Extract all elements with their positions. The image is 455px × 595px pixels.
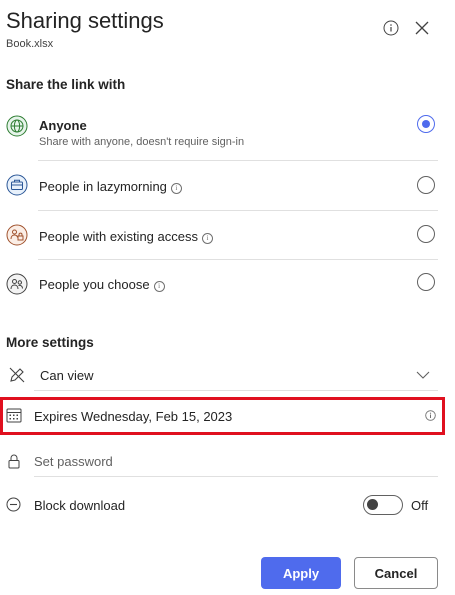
share-option-label: People in lazymorning i [39,179,182,194]
info-icon[interactable]: i [153,281,165,292]
apply-button[interactable]: Apply [261,557,341,589]
share-option-description: Share with anyone, doesn't require sign-… [39,136,245,148]
divider [34,476,438,477]
radio-anyone[interactable] [417,115,435,133]
lock-icon [8,454,20,469]
people-lock-icon [6,224,28,246]
info-icon[interactable]: i [201,233,213,244]
info-icon[interactable] [383,20,399,36]
more-settings-heading: More settings [6,335,94,350]
share-option-label: People you choose i [39,277,165,292]
pencil-off-icon [9,367,25,383]
dialog-title: Sharing settings [6,8,164,33]
share-section-heading: Share the link with [6,77,126,92]
password-field[interactable]: Set password [6,448,438,476]
radio-specific-people[interactable] [417,273,435,291]
expiration-label: Expires Wednesday, Feb 15, 2023 [34,409,233,424]
permission-value: Can view [40,368,94,383]
permission-dropdown[interactable]: Can view [6,360,438,390]
cancel-button[interactable]: Cancel [354,557,438,589]
block-icon [6,497,21,512]
share-option-label: People with existing access i [39,229,213,244]
close-icon[interactable] [414,20,430,36]
people-icon [6,273,28,295]
share-option-organization[interactable]: People in lazymorning i [6,161,438,210]
calendar-icon [6,408,22,423]
expiration-date-field[interactable]: Expires Wednesday, Feb 15, 2023 [6,403,438,429]
info-icon[interactable] [425,410,436,421]
share-option-specific-people[interactable]: People you choose i [6,260,438,309]
toggle-state-label: Off [411,498,429,513]
divider [34,390,438,391]
share-option-anyone[interactable]: Anyone Share with anyone, doesn't requir… [6,110,438,160]
chevron-down-icon [416,371,430,379]
info-icon[interactable]: i [170,183,182,194]
globe-icon [6,115,28,137]
briefcase-icon [6,174,28,196]
block-download-toggle[interactable] [363,495,403,515]
password-placeholder: Set password [34,454,113,469]
share-option-existing-access[interactable]: People with existing access i [6,211,438,260]
block-download-label: Block download [34,498,126,513]
share-option-label: Anyone [39,118,87,133]
radio-existing-access[interactable] [417,225,435,243]
file-name: Book.xlsx [6,38,54,50]
radio-organization[interactable] [417,176,435,194]
